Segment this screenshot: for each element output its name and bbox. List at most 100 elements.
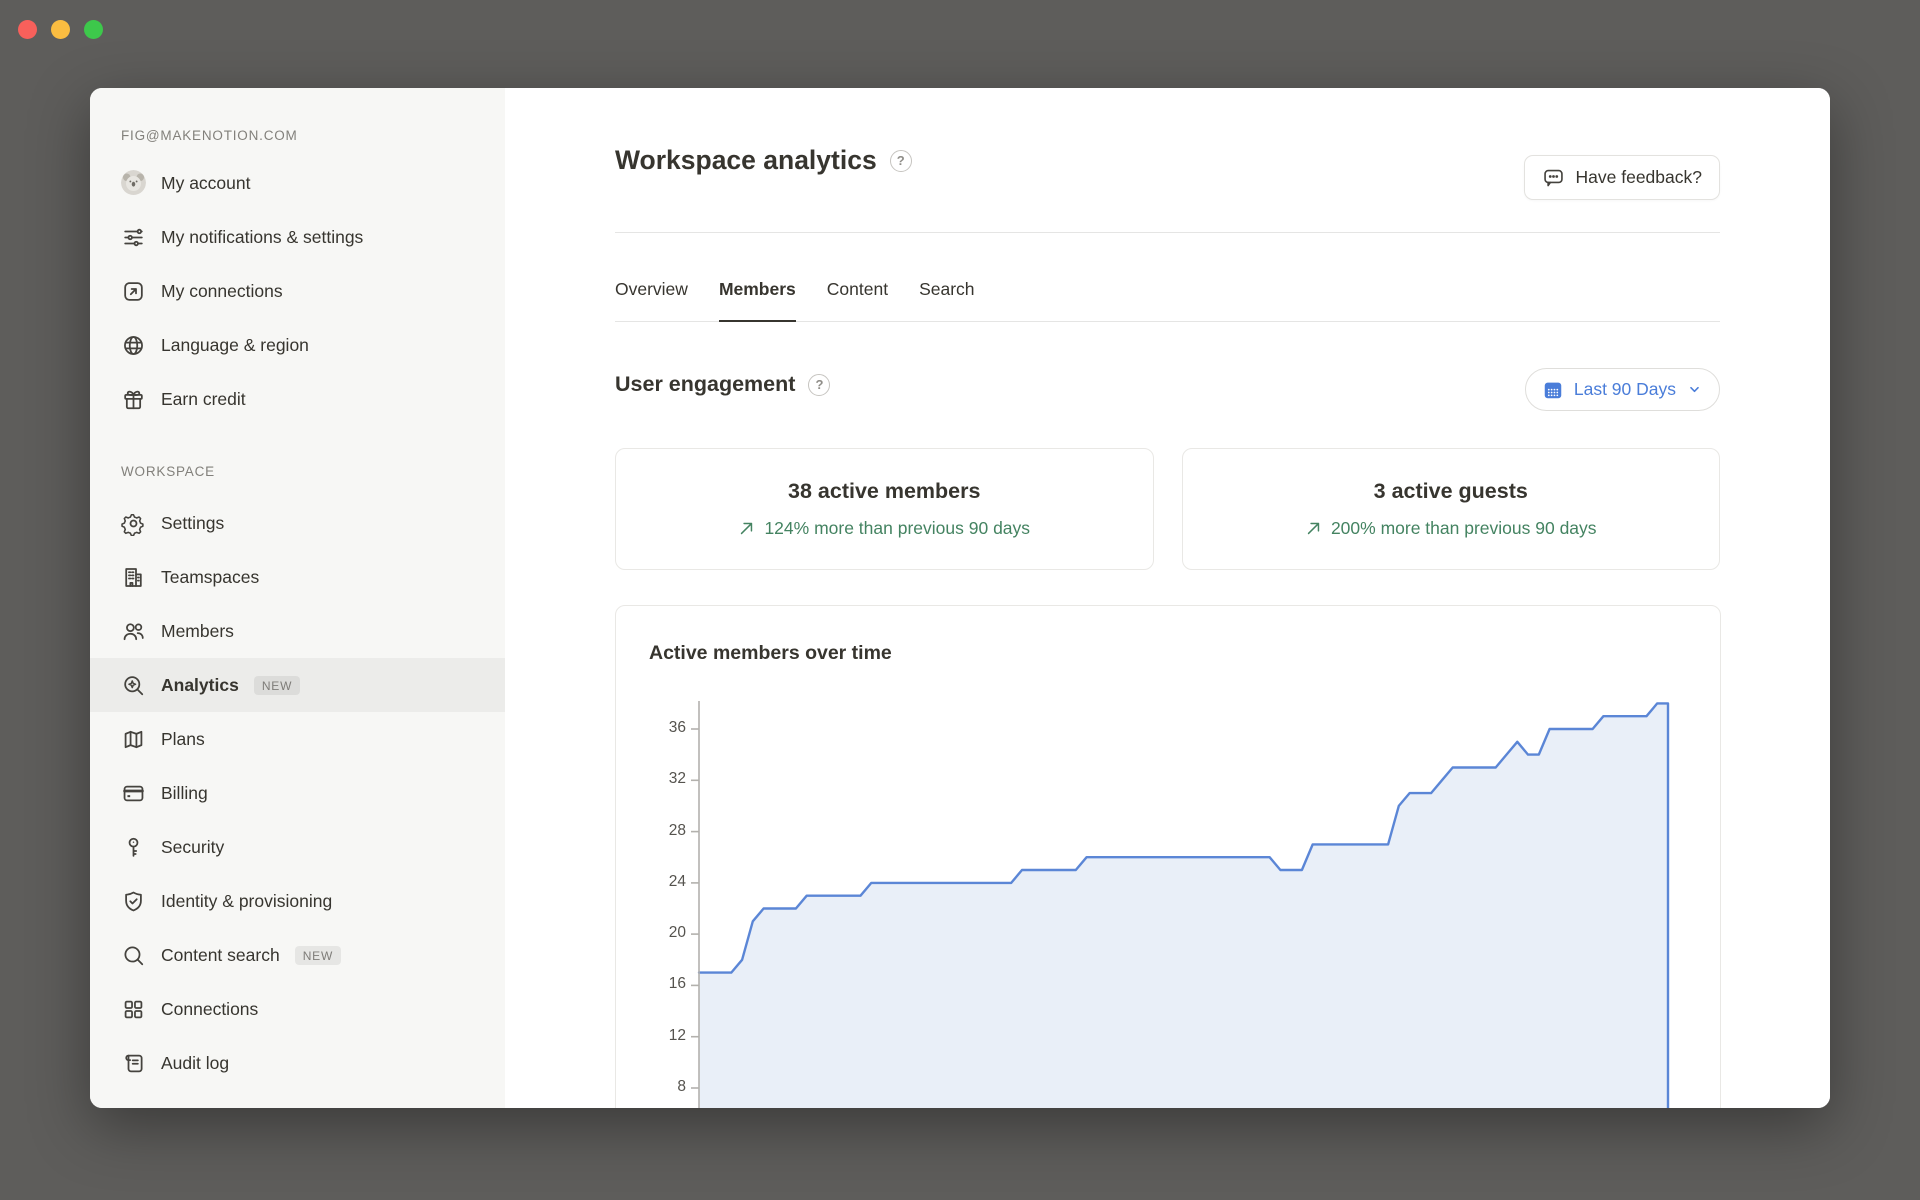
help-icon[interactable]: ? xyxy=(890,150,912,172)
date-range-label: Last 90 Days xyxy=(1574,379,1676,400)
sidebar-item-content-search[interactable]: Content search NEW xyxy=(90,928,505,982)
y-axis-tick-label: 28 xyxy=(616,822,686,840)
sidebar-item-analytics[interactable]: Analytics NEW xyxy=(90,658,505,712)
sidebar-item-label: Billing xyxy=(161,781,208,805)
sidebar-item-label: Content search xyxy=(161,943,280,967)
building-icon xyxy=(121,565,146,590)
analytics-tabs: Overview Members Content Search xyxy=(615,248,1720,322)
new-badge: NEW xyxy=(295,946,341,965)
active-members-chart-card: Active members over time 812162024283236 xyxy=(615,605,1721,1108)
area-chart-svg xyxy=(616,606,1722,1108)
sidebar-item-label: Identity & provisioning xyxy=(161,889,332,913)
sidebar-item-label: Analytics xyxy=(161,673,239,697)
scroll-icon xyxy=(121,1051,146,1076)
stat-card-38-active-members: 38 active members 124% more than previous… xyxy=(615,448,1154,570)
calendar-icon xyxy=(1542,379,1564,401)
sidebar-item-my-notifications-settings[interactable]: My notifications & settings xyxy=(90,210,505,264)
y-axis-tick-label: 8 xyxy=(616,1078,686,1096)
stat-value: 38 active members xyxy=(788,479,980,504)
sidebar-item-label: My connections xyxy=(161,279,283,303)
gift-icon xyxy=(121,387,146,412)
engagement-help-icon[interactable]: ? xyxy=(808,374,830,396)
stat-delta: 200% more than previous 90 days xyxy=(1305,518,1597,539)
shield-check-icon xyxy=(121,889,146,914)
page-title: Workspace analytics xyxy=(615,145,877,176)
workspace-section-label: WORKSPACE xyxy=(90,462,505,482)
active-members-chart: 8 12 16 20 24 28 32 36 xyxy=(616,606,1720,1108)
sidebar-item-my-account[interactable]: My account xyxy=(90,156,505,210)
analytics-main-pane: Workspace analytics ? Have feedback? Ove… xyxy=(505,88,1830,1108)
y-axis-tick-label: 20 xyxy=(616,924,686,942)
map-icon xyxy=(121,727,146,752)
stat-value: 3 active guests xyxy=(1374,479,1528,504)
engagement-section-header: User engagement ? Last 90 Days xyxy=(615,358,1720,412)
y-axis-tick-label: 24 xyxy=(616,873,686,891)
speech-bubble-icon xyxy=(1542,166,1565,189)
tab-search[interactable]: Search xyxy=(919,279,974,322)
stat-delta: 124% more than previous 90 days xyxy=(738,518,1030,539)
sidebar-item-members[interactable]: Members xyxy=(90,604,505,658)
engagement-heading: User engagement xyxy=(615,372,795,397)
sidebar-item-connections[interactable]: Connections xyxy=(90,982,505,1036)
tab-content[interactable]: Content xyxy=(827,279,888,322)
credit-card-icon xyxy=(121,781,146,806)
have-feedback-label: Have feedback? xyxy=(1576,167,1702,188)
sidebar-item-security[interactable]: Security xyxy=(90,820,505,874)
sidebar-item-label: Connections xyxy=(161,997,258,1021)
stat-delta-text: 200% more than previous 90 days xyxy=(1331,518,1597,539)
sidebar-item-label: Plans xyxy=(161,727,205,751)
account-section-list: My account My notifications & settings My … xyxy=(90,156,505,426)
arrow-up-right-icon xyxy=(121,279,146,304)
chevron-down-icon xyxy=(1686,381,1703,398)
sidebar-item-earn-credit[interactable]: Earn credit xyxy=(90,372,505,426)
window-controls xyxy=(18,20,103,39)
sidebar-item-language-region[interactable]: Language & region xyxy=(90,318,505,372)
sidebar-item-label: Members xyxy=(161,619,234,643)
analytics-icon xyxy=(121,673,146,698)
grid-icon xyxy=(121,997,146,1022)
y-axis-tick-label: 12 xyxy=(616,1027,686,1045)
sliders-icon xyxy=(121,225,146,250)
settings-sidebar: FIG@MAKENOTION.COM My account My notifica… xyxy=(90,88,505,1108)
avatar xyxy=(121,171,146,196)
settings-dialog: FIG@MAKENOTION.COM My account My notifica… xyxy=(90,88,1830,1108)
minimize-button[interactable] xyxy=(51,20,70,39)
sidebar-item-plans[interactable]: Plans xyxy=(90,712,505,766)
header-divider xyxy=(615,232,1720,233)
sidebar-item-teamspaces[interactable]: Teamspaces xyxy=(90,550,505,604)
y-axis-tick-label: 32 xyxy=(616,770,686,788)
sidebar-item-label: My account xyxy=(161,171,250,195)
trend-up-icon xyxy=(1305,520,1322,537)
globe-icon xyxy=(121,333,146,358)
new-badge: NEW xyxy=(254,676,300,695)
workspace-section-list: Settings Teamspaces Members Analytics NEW Pla… xyxy=(90,496,505,1090)
stat-delta-text: 124% more than previous 90 days xyxy=(764,518,1030,539)
gear-icon xyxy=(121,511,146,536)
sidebar-item-audit-log[interactable]: Audit log xyxy=(90,1036,505,1090)
stat-cards-row: 38 active members 124% more than previous… xyxy=(615,448,1720,570)
sidebar-item-label: Security xyxy=(161,835,224,859)
sidebar-item-billing[interactable]: Billing xyxy=(90,766,505,820)
sidebar-item-label: Audit log xyxy=(161,1051,229,1075)
trend-up-icon xyxy=(738,520,755,537)
date-range-dropdown[interactable]: Last 90 Days xyxy=(1525,368,1720,411)
y-axis-tick-label: 16 xyxy=(616,975,686,993)
sidebar-item-label: Language & region xyxy=(161,333,309,357)
sidebar-item-label: Earn credit xyxy=(161,387,246,411)
zoom-button[interactable] xyxy=(84,20,103,39)
sidebar-item-label: My notifications & settings xyxy=(161,225,363,249)
sidebar-item-label: Settings xyxy=(161,511,224,535)
tab-overview[interactable]: Overview xyxy=(615,279,688,322)
search-icon xyxy=(121,943,146,968)
have-feedback-button[interactable]: Have feedback? xyxy=(1524,155,1720,200)
y-axis-tick-label: 36 xyxy=(616,719,686,737)
sidebar-item-settings[interactable]: Settings xyxy=(90,496,505,550)
stat-card-3-active-guests: 3 active guests 200% more than previous 9… xyxy=(1182,448,1721,570)
members-icon xyxy=(121,619,146,644)
sidebar-item-label: Teamspaces xyxy=(161,565,259,589)
sidebar-item-my-connections[interactable]: My connections xyxy=(90,264,505,318)
tab-members[interactable]: Members xyxy=(719,279,796,322)
sidebar-item-identity-provisioning[interactable]: Identity & provisioning xyxy=(90,874,505,928)
account-email-label: FIG@MAKENOTION.COM xyxy=(90,126,505,146)
close-button[interactable] xyxy=(18,20,37,39)
